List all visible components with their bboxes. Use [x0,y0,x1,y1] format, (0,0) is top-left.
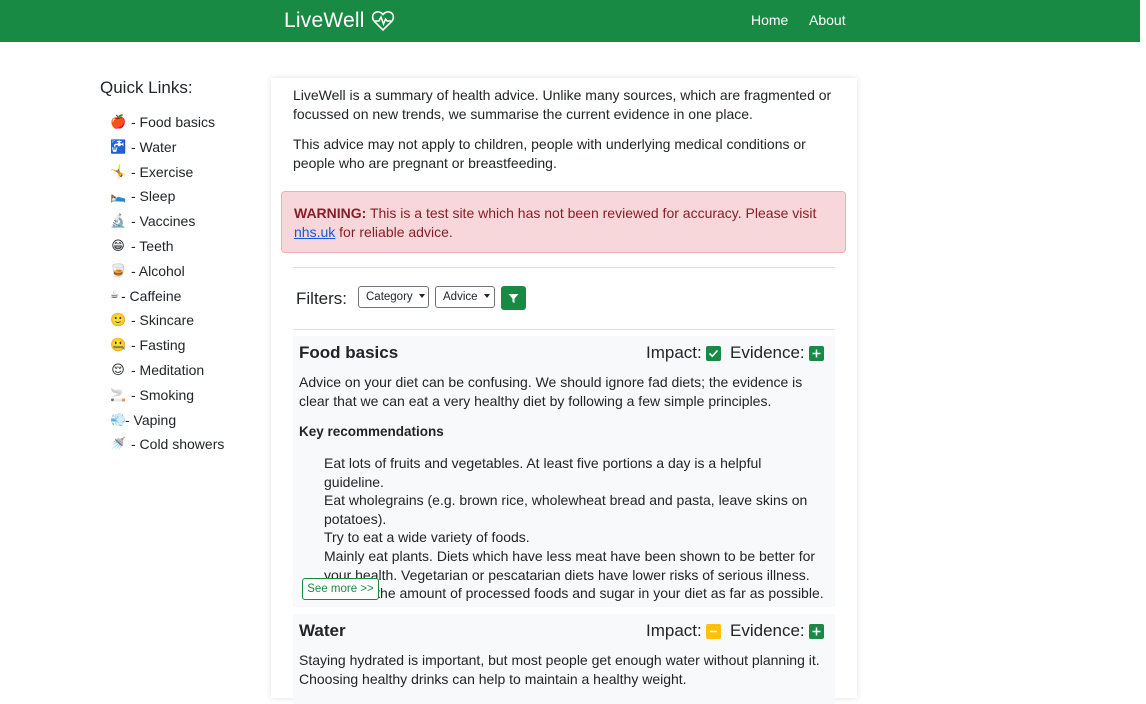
caret-down-icon [483,294,490,298]
topic-card-water: Water Impact: Evidence: Staying hydrated… [293,614,835,704]
minus-icon [705,623,721,639]
recommendation-item: Eat wholegrains (e.g. brown rice, wholew… [324,492,808,527]
quick-link-label[interactable]: - Water [131,135,176,160]
quick-links-sidebar: Quick Links: 🍎 - Food basics 🚰 - Water 🤸 - … [100,78,260,457]
grin-icon: 😁 [111,237,125,253]
quick-link-smoking[interactable]: 🚬 - Smoking [110,383,260,408]
topic-description: Staying hydrated is important, but most … [299,652,820,687]
evidence-label: Evidence: [730,343,805,362]
warning-text: This is a test site which has not been r… [369,205,817,221]
see-more-button[interactable]: See more >> [302,578,379,600]
face-icon: 🙂 [110,312,127,328]
microscope-icon: 🔬 [110,213,127,229]
quick-link-vaping[interactable]: 💨 - Vaping [110,408,260,433]
quick-link-label[interactable]: - Vaping [125,408,176,433]
exercise-icon: 🤸 [110,163,127,179]
quick-links-list: 🍎 - Food basics 🚰 - Water 🤸 - Exercise 🛌 - S… [100,110,260,457]
divider [293,267,835,268]
warning-alert: WARNING: This is a test site which has n… [281,191,846,253]
plus-icon [808,345,824,361]
quick-link-label[interactable]: - Fasting [131,333,185,358]
zipper-mouth-icon: 🤐 [110,337,127,353]
heart-pulse-icon [371,11,394,32]
quick-link-fasting[interactable]: 🤐 - Fasting [110,333,260,358]
key-recommendations-title: Key recommendations [299,424,444,439]
evidence-label: Evidence: [730,621,805,640]
quick-link-label[interactable]: - Smoking [131,383,194,408]
brand[interactable]: LiveWell [284,8,395,34]
quick-link-label[interactable]: - Vaccines [131,209,195,234]
water-tap-icon: 🚰 [110,138,127,154]
quick-link-teeth[interactable]: 😁 - Teeth [110,234,260,259]
recommendation-item: Mainly eat plants. Diets which have less… [324,547,816,583]
quick-link-vaccines[interactable]: 🔬 - Vaccines [110,209,260,234]
divider [293,329,835,330]
nhs-link[interactable]: nhs.uk [294,224,335,240]
quick-link-skincare[interactable]: 🙂 - Skincare [110,308,260,333]
evidence-indicator: Evidence: [730,621,824,641]
vapour-icon: 💨 [110,411,127,427]
quick-link-cold-showers[interactable]: 🚿 - Cold showers [110,432,260,457]
quick-link-label[interactable]: - Teeth [131,234,174,259]
quick-link-meditation[interactable]: 😌 - Meditation [110,358,260,383]
quick-link-exercise[interactable]: 🤸 - Exercise [110,160,260,185]
evidence-indicator: Evidence: [730,343,824,363]
caret-down-icon [418,294,425,298]
brand-name[interactable]: LiveWell [284,9,365,33]
quick-links-title: Quick Links: [100,78,193,97]
shower-icon: 🚿 [110,436,127,452]
filters-label: Filters: [296,289,347,308]
quick-link-alcohol[interactable]: 🥃 - Alcohol [110,259,260,284]
category-dropdown-label: Category [366,291,413,303]
apple-icon: 🍎 [110,114,127,129]
warning-label: WARNING: [294,205,367,221]
main-content: LiveWell is a summary of health advice. … [271,78,857,704]
glass-icon: 🥃 [110,262,127,278]
quick-link-label[interactable]: - Exercise [131,160,193,185]
filter-button[interactable] [501,286,526,310]
nav-about-link[interactable]: About [809,12,846,28]
advice-dropdown-label: Advice [443,291,478,303]
recommendation-item: Eat lots of fruits and vegetables. At le… [324,455,762,490]
quick-link-label[interactable]: - Sleep [131,184,175,209]
top-navbar: LiveWell Home About [0,0,1140,42]
quick-link-label[interactable]: - Food basics [131,110,215,135]
quick-link-label[interactable]: - Meditation [131,358,204,383]
quick-link-food-basics[interactable]: 🍎 - Food basics [110,110,260,135]
topic-title: Water [299,621,346,640]
nav-home-link[interactable]: Home [751,12,788,28]
impact-indicator: Impact: [646,621,721,641]
relieved-face-icon: 😌 [111,361,125,377]
intro-paragraph: LiveWell is a summary of health advice. … [293,87,832,122]
check-icon [705,345,721,361]
quick-link-sleep[interactable]: 🛌 - Sleep [110,184,260,209]
recommendation-item: Reduce the amount of processed foods and… [324,585,824,602]
funnel-icon [508,293,519,303]
impact-indicator: Impact: [646,343,721,363]
recommendations-list: Eat lots of fruits and vegetables. At le… [324,454,824,603]
quick-link-label[interactable]: - Cold showers [131,432,224,457]
topic-description: Advice on your diet can be confusing. We… [299,374,803,409]
warning-tail: for reliable advice. [339,223,453,240]
coffee-icon: ☕ [110,289,119,301]
quick-link-caffeine[interactable]: ☕ - Caffeine [110,284,260,309]
impact-label: Impact: [646,343,702,362]
topic-card-food-basics: Food basics Impact: Evidence: Advice on … [293,336,835,607]
advice-dropdown[interactable]: Advice [435,286,495,308]
impact-label: Impact: [646,621,702,640]
recommendation-item: Try to eat a wide variety of foods. [324,529,530,546]
cigarette-icon: 🚬 [110,386,127,402]
disclaimer-paragraph: This advice may not apply to children, p… [293,136,806,171]
bed-icon: 🛌 [110,188,127,204]
quick-link-water[interactable]: 🚰 - Water [110,135,260,160]
quick-link-label[interactable]: - Alcohol [131,259,185,284]
quick-link-label[interactable]: - Skincare [131,308,194,333]
quick-link-label[interactable]: - Caffeine [121,284,181,309]
plus-icon [808,623,824,639]
category-dropdown[interactable]: Category [358,286,429,308]
topic-title: Food basics [299,343,399,362]
